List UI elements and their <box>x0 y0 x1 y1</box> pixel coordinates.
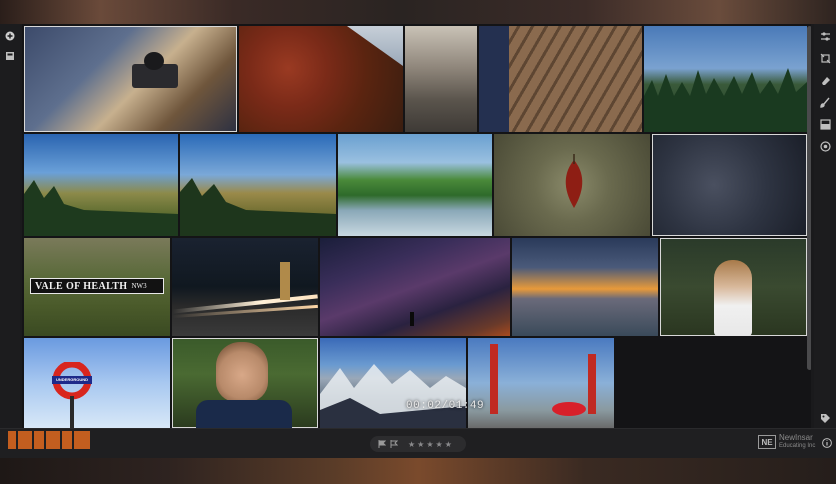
photo-tile[interactable] <box>172 238 318 336</box>
photo-tile[interactable] <box>512 238 658 336</box>
bottom-toolbar: ★★★★★ NE NewInsar Educating Inc <box>0 428 836 458</box>
star-rating[interactable]: ★★★★★ <box>408 440 454 449</box>
view-mode-icons[interactable] <box>8 431 90 449</box>
eraser-icon[interactable] <box>819 74 831 86</box>
video-timecode: 00:02/01:49 <box>406 400 485 412</box>
brand-sub: Educating Inc <box>779 443 816 449</box>
brand-mark: NE <box>758 435 776 449</box>
photo-tile[interactable]: UNDERGROUND <box>24 338 170 428</box>
rating-bar[interactable]: ★★★★★ <box>370 436 466 452</box>
roundel-text: UNDERGROUND <box>56 377 88 382</box>
vale-of-health-sign: VALE OF HEALTH NW3 <box>30 278 164 294</box>
app-window: VALE OF HEALTH NW3 UNDERGROUND 00:02/01:… <box>0 24 836 458</box>
info-icon[interactable] <box>822 435 832 448</box>
red-sculpture <box>490 344 498 414</box>
photo-tile[interactable] <box>320 338 466 428</box>
man-face <box>216 342 268 402</box>
transform-icon[interactable] <box>819 52 831 64</box>
man-shoulders <box>196 400 292 428</box>
red-lips-sculpture <box>552 402 586 416</box>
sign-text: VALE OF HEALTH <box>35 280 128 292</box>
brand-text: NewInsar Educating Inc <box>779 434 815 450</box>
photo-grid: VALE OF HEALTH NW3 UNDERGROUND 00:02/01:… <box>22 24 811 428</box>
photo-tile[interactable] <box>239 26 403 132</box>
brush-icon[interactable] <box>819 96 831 108</box>
brand-name: NewInsar <box>779 433 813 442</box>
filmstrip-view-icon[interactable] <box>18 431 32 449</box>
right-toolbar <box>814 24 836 428</box>
tag-icon[interactable] <box>819 412 831 424</box>
layers-icon[interactable] <box>819 118 831 130</box>
left-toolbar <box>0 24 20 428</box>
sky-patch <box>347 26 403 66</box>
photo-tile[interactable] <box>652 134 807 236</box>
list-view-icon[interactable] <box>34 431 44 449</box>
clock-tower <box>280 262 290 300</box>
jeans-shape <box>479 26 509 132</box>
photo-tile[interactable] <box>24 26 237 132</box>
single-view-icon[interactable] <box>62 431 72 449</box>
photo-tile[interactable] <box>320 238 510 336</box>
photo-tile[interactable] <box>494 134 650 236</box>
video-top-band <box>0 0 836 24</box>
photo-tile[interactable] <box>180 134 336 236</box>
target-icon[interactable] <box>819 140 831 152</box>
lens-shape <box>144 52 164 70</box>
photo-tile[interactable] <box>24 134 178 236</box>
fullscreen-view-icon[interactable] <box>74 431 90 449</box>
reject-flag-icon[interactable] <box>390 440 398 448</box>
photo-tile[interactable] <box>405 26 477 132</box>
compare-view-icon[interactable] <box>46 431 60 449</box>
photo-tile[interactable] <box>172 338 318 428</box>
brand-watermark: NE NewInsar Educating Inc <box>758 434 815 450</box>
pick-flag-icon[interactable] <box>378 440 386 448</box>
add-icon[interactable] <box>4 30 16 42</box>
photo-tile[interactable] <box>338 134 492 236</box>
girl-figure <box>714 260 752 336</box>
person-silhouette <box>410 312 414 326</box>
photo-tile[interactable] <box>644 26 807 132</box>
photo-tile[interactable] <box>479 26 642 132</box>
photo-tile[interactable] <box>468 338 614 428</box>
underground-roundel <box>52 362 92 428</box>
photo-tile[interactable]: VALE OF HEALTH NW3 <box>24 238 170 336</box>
sign-postcode: NW3 <box>131 282 147 290</box>
sliders-icon[interactable] <box>819 30 831 42</box>
grid-scrollbar[interactable] <box>807 26 811 370</box>
red-sculpture <box>588 354 596 414</box>
photo-tile[interactable] <box>660 238 807 336</box>
video-bottom-band <box>0 458 836 484</box>
import-icon[interactable] <box>4 50 16 62</box>
grid-view-icon[interactable] <box>8 431 16 449</box>
